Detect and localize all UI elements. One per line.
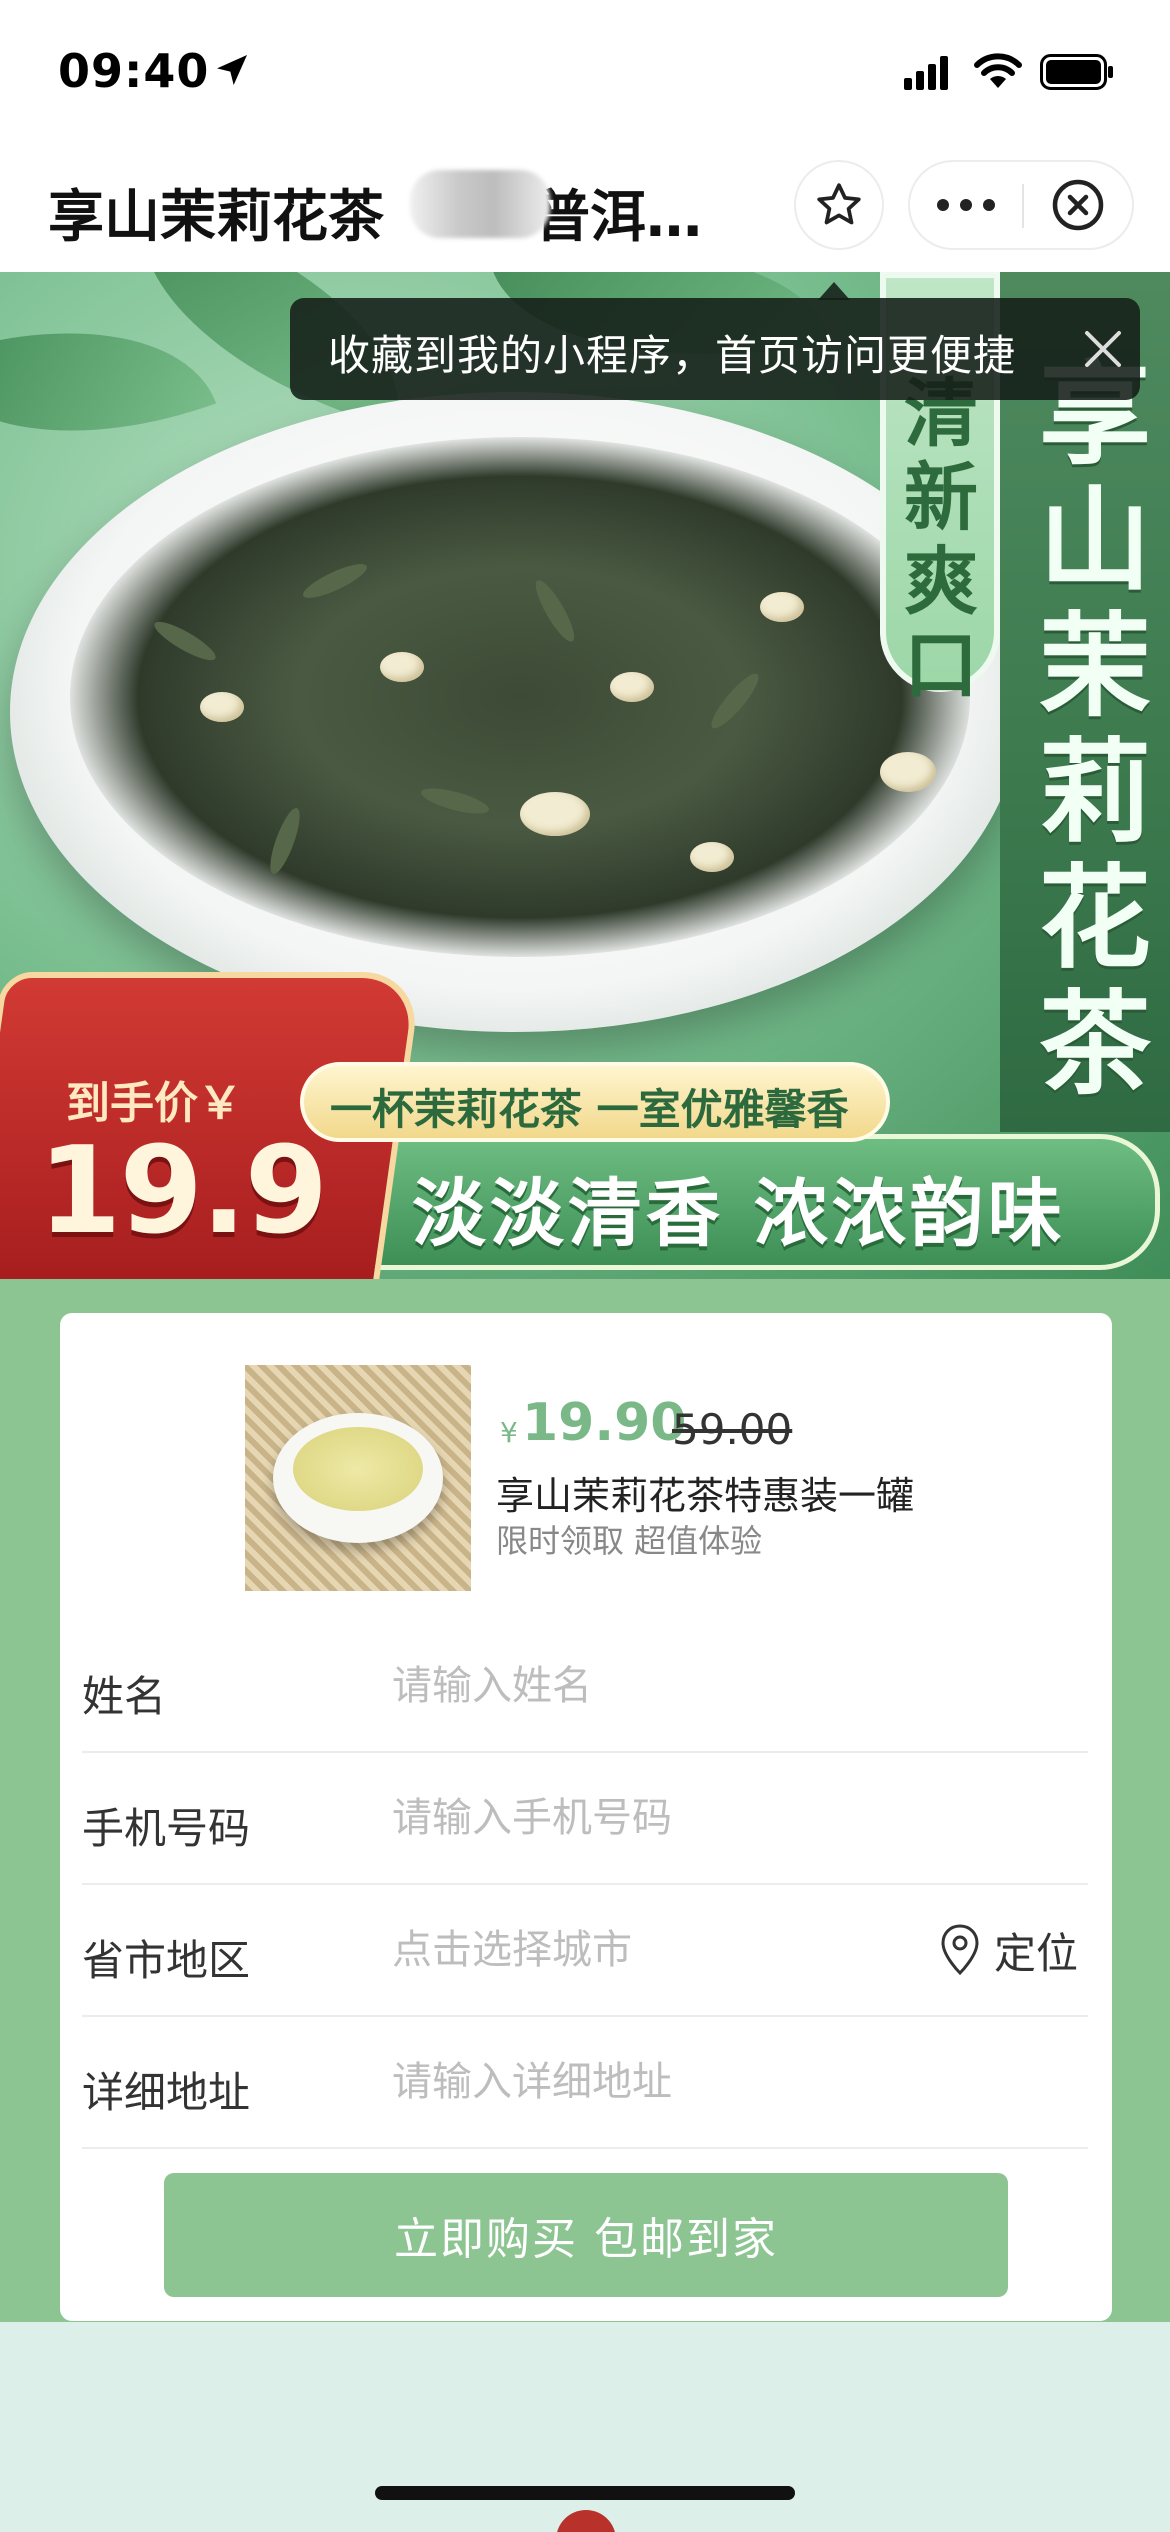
slogan-small: 一杯茉莉花茶 一室优雅馨香 xyxy=(330,1085,849,1134)
location-arrow-icon xyxy=(217,55,247,85)
region-picker[interactable] xyxy=(392,1915,892,1985)
form-row-region: 省市地区 定位 xyxy=(82,1885,1088,2017)
signal-icon xyxy=(904,56,948,90)
product-subtitle: 限时领取 超值体验 xyxy=(496,1522,763,1560)
location-pin-icon xyxy=(941,1924,979,1976)
nav-bar: 享山茉莉花茶 普洱… xyxy=(0,150,1170,272)
jasmine-petal xyxy=(880,752,936,792)
brand-logo xyxy=(460,2506,720,2532)
page-title-text: 享山茉莉花茶 xyxy=(48,185,384,250)
status-bar: 09:40 xyxy=(0,0,1170,150)
product-name: 享山茉莉花茶特惠装一罐 xyxy=(496,1474,915,1518)
jasmine-petal xyxy=(760,592,804,622)
wifi-icon xyxy=(974,53,1022,88)
buy-now-button[interactable]: 立即购买 包邮到家 xyxy=(164,2173,1008,2297)
favorite-button[interactable] xyxy=(794,160,884,250)
jasmine-petal xyxy=(380,652,424,682)
vertical-tag: 清新爽口 xyxy=(904,371,978,709)
region-label: 省市地区 xyxy=(82,1936,251,1985)
jasmine-petal xyxy=(690,842,734,872)
price-currency: ¥ xyxy=(500,1416,518,1449)
page-title-suffix: 普洱… xyxy=(534,185,702,250)
more-dots-icon xyxy=(937,199,995,211)
form-row-name: 姓名 xyxy=(82,1621,1088,1753)
order-form-card: ¥ 19.90 59.00 享山茉莉花茶特惠装一罐 限时领取 超值体验 姓名 手… xyxy=(60,1313,1112,2321)
product-banner[interactable]: 清新爽口 享山茉莉花茶 收藏到我的小程序，首页访问更便捷 淡淡清香 浓浓韵味 一… xyxy=(0,272,1170,1279)
battery-icon xyxy=(1040,54,1113,90)
phone-label: 手机号码 xyxy=(82,1804,251,1853)
toast-close-button[interactable] xyxy=(1076,322,1130,376)
phone-input[interactable] xyxy=(392,1783,952,1853)
slogan-big: 淡淡清香 浓浓韵味 xyxy=(412,1171,1066,1257)
page-footer-background xyxy=(0,2322,1170,2532)
redacted-title-part xyxy=(410,170,550,238)
product-original-price: 59.00 xyxy=(672,1405,793,1454)
tea-cup-liquid xyxy=(293,1427,423,1511)
vertical-title: 享山茉莉花茶 xyxy=(1039,350,1151,1110)
product-thumbnail xyxy=(245,1365,471,1591)
brand-logo-mark xyxy=(556,2510,616,2532)
product-price: 19.90 xyxy=(522,1393,687,1453)
name-input[interactable] xyxy=(392,1651,952,1721)
more-button[interactable] xyxy=(910,162,1022,248)
star-icon xyxy=(817,183,861,225)
buy-now-label: 立即购买 包邮到家 xyxy=(394,2214,778,2265)
close-icon xyxy=(1085,331,1121,367)
status-time: 09:40 xyxy=(58,44,210,98)
close-circle-icon xyxy=(1052,179,1104,231)
page-title: 享山茉莉花茶 普洱… xyxy=(48,172,702,253)
miniprogram-capsule xyxy=(908,160,1134,250)
locate-label: 定位 xyxy=(994,1928,1079,1978)
favorite-tip-text: 收藏到我的小程序，首页访问更便捷 xyxy=(328,331,1017,380)
jasmine-petal xyxy=(610,672,654,702)
home-indicator[interactable] xyxy=(375,2486,795,2500)
favorite-tip-toast: 收藏到我的小程序，首页访问更便捷 xyxy=(290,298,1140,400)
jasmine-petal xyxy=(200,692,244,722)
address-input[interactable] xyxy=(392,2047,952,2117)
locate-button[interactable]: 定位 xyxy=(940,1917,1078,1983)
address-label: 详细地址 xyxy=(82,2068,251,2117)
form-row-address: 详细地址 xyxy=(82,2017,1088,2149)
jasmine-petal xyxy=(520,792,590,836)
toast-pointer xyxy=(818,282,850,300)
name-label: 姓名 xyxy=(82,1672,167,1721)
form-row-phone: 手机号码 xyxy=(82,1753,1088,1885)
close-miniprogram-button[interactable] xyxy=(1024,162,1132,248)
price-badge-value: 19.9 xyxy=(38,1122,328,1261)
